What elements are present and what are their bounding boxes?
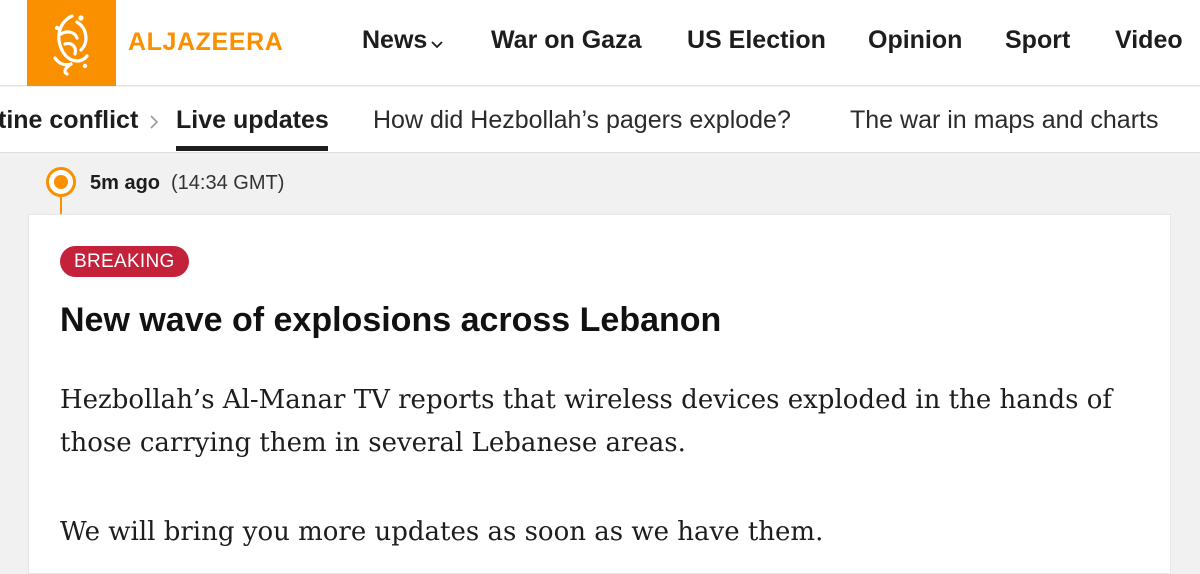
nav-sport[interactable]: Sport: [1005, 26, 1070, 55]
breadcrumb-topic[interactable]: tine conflict: [0, 106, 138, 135]
top-header: ALJAZEERA News War on Gaza US Election O…: [0, 0, 1200, 86]
post-paragraph: Hezbollah’s Al-Manar TV reports that wir…: [60, 385, 1113, 458]
active-tab-indicator: [176, 146, 328, 151]
aljazeera-logo[interactable]: [27, 0, 116, 86]
chevron-right-icon: [148, 113, 160, 136]
live-update-card: BREAKING New wave of explosions across L…: [28, 214, 1171, 574]
logo-calligraphy-icon: [53, 14, 89, 76]
brand-wordmark[interactable]: ALJAZEERA: [128, 28, 283, 57]
nav-video[interactable]: Video: [1115, 26, 1183, 55]
link-pagers-explainer[interactable]: How did Hezbollah’s pagers explode?: [373, 106, 791, 135]
link-maps-and-charts[interactable]: The war in maps and charts: [850, 106, 1158, 135]
post-paragraph: We will bring you more updates as soon a…: [60, 517, 824, 547]
breaking-badge: BREAKING: [60, 246, 189, 277]
sub-navigation: tine conflict Live updates How did Hezbo…: [0, 87, 1200, 153]
post-time-ago: 5m ago: [90, 172, 161, 194]
nav-war-on-gaza[interactable]: War on Gaza: [491, 26, 642, 55]
tab-live-updates[interactable]: Live updates: [176, 106, 329, 135]
chevron-down-icon: [430, 27, 444, 56]
nav-news-label: News: [362, 26, 428, 54]
nav-opinion[interactable]: Opinion: [868, 26, 962, 55]
post-headline: New wave of explosions across Lebanon: [60, 301, 722, 339]
nav-us-election[interactable]: US Election: [687, 26, 826, 55]
timeline-dot-icon: [46, 167, 76, 197]
nav-news[interactable]: News: [362, 26, 444, 56]
post-time-gmt: (14:34 GMT): [171, 172, 285, 194]
